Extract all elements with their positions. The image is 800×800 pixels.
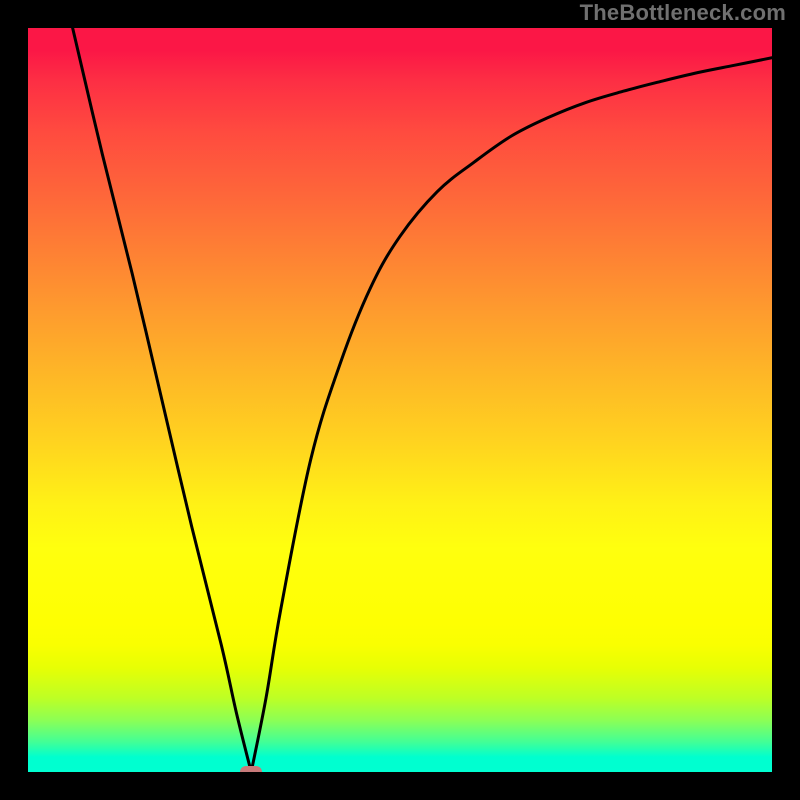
- plot-area: [28, 28, 772, 772]
- bottleneck-curve: [73, 28, 772, 772]
- curve-layer: [28, 28, 772, 772]
- attribution-label: TheBottleneck.com: [580, 0, 786, 26]
- minimum-marker: [240, 766, 262, 772]
- chart-frame: TheBottleneck.com: [0, 0, 800, 800]
